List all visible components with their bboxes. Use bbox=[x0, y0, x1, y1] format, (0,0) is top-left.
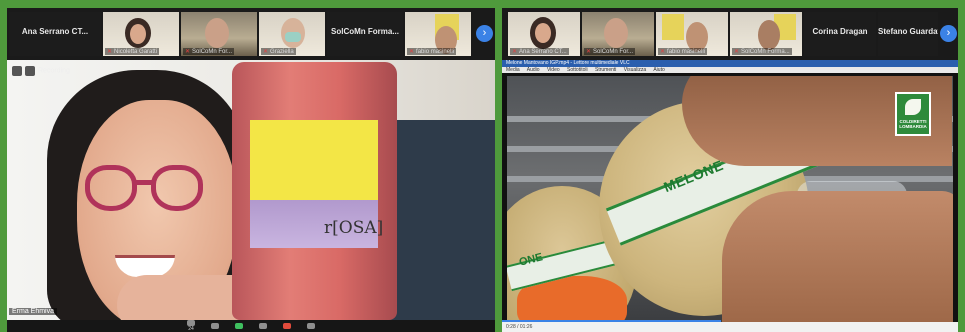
shared-video: ONE MELONE COLDIRETTI LOMBARDIA bbox=[507, 76, 953, 322]
meeting-info-bar: Recording bbox=[12, 66, 70, 78]
participants-button[interactable]: 24 bbox=[187, 320, 195, 332]
more-icon bbox=[307, 323, 315, 329]
more-button[interactable] bbox=[307, 323, 315, 329]
participant-name: fabio masinelli bbox=[667, 49, 706, 55]
participant-name: Graziella bbox=[270, 49, 294, 55]
participant-tile[interactable]: ✕ SolCoMn For... bbox=[582, 12, 654, 56]
muted-icon: ✕ bbox=[107, 49, 113, 55]
participant-strip: Ana Serrano CT... ✕ Nicoletta Garatti ✕ So… bbox=[7, 8, 495, 60]
participant-tile[interactable]: ✕ Ana Serrano CT... bbox=[508, 12, 580, 56]
muted-icon: ✕ bbox=[512, 49, 518, 55]
left-zoom-window: Ana Serrano CT... ✕ Nicoletta Garatti ✕ So… bbox=[7, 8, 495, 332]
chat-button[interactable] bbox=[211, 323, 219, 329]
participant-tile[interactable]: ✕ fabio masinelli bbox=[405, 12, 471, 56]
menu-subtitles[interactable]: Sottotitoli bbox=[567, 67, 588, 73]
muted-icon: ✕ bbox=[660, 49, 666, 55]
coldiretti-logo: COLDIRETTI LOMBARDIA bbox=[895, 92, 931, 136]
menu-video[interactable]: Video bbox=[547, 67, 560, 73]
participant-name: SolCoMn Forma... bbox=[331, 27, 399, 36]
record-button[interactable] bbox=[259, 323, 267, 329]
participant-tile[interactable]: Ana Serrano CT... bbox=[9, 12, 101, 56]
participant-name: SolCoMn For... bbox=[192, 49, 233, 55]
bottle-label: r[OSA] bbox=[324, 218, 384, 238]
share-screen-icon bbox=[235, 323, 243, 329]
security-icon[interactable] bbox=[25, 66, 35, 76]
reactions-button[interactable] bbox=[283, 323, 291, 329]
next-page-button[interactable]: › bbox=[476, 25, 493, 42]
chat-icon bbox=[211, 323, 219, 329]
participant-tile[interactable]: SolCoMn Forma... bbox=[327, 12, 403, 56]
record-icon bbox=[259, 323, 267, 329]
avatar bbox=[758, 20, 780, 50]
share-screen-button[interactable] bbox=[235, 323, 243, 329]
participant-tile[interactable]: ✕ fabio masinelli bbox=[656, 12, 728, 56]
playback-time: 0:28 / 01:26 bbox=[506, 324, 533, 330]
participant-tile[interactable]: ✕ Graziella bbox=[259, 12, 325, 56]
participant-tile[interactable]: ✕ SolCoMn For... bbox=[181, 12, 257, 56]
participant-name: fabio masinelli bbox=[416, 49, 455, 55]
speaker-name: Erma Ehmiva bbox=[9, 308, 58, 315]
menu-help[interactable]: Aiuto bbox=[653, 67, 664, 73]
participant-name: SolCoMn For... bbox=[593, 49, 634, 55]
vlc-menu-bar: Media Audio Video Sottotitoli Strumenti … bbox=[502, 67, 958, 73]
right-zoom-window: ✕ Ana Serrano CT... ✕ SolCoMn For... ✕ fabi… bbox=[502, 8, 958, 332]
reactions-icon bbox=[283, 323, 291, 329]
participant-tile[interactable]: Corina Dragan bbox=[804, 12, 876, 56]
muted-icon: ✕ bbox=[734, 49, 740, 55]
menu-media[interactable]: Media bbox=[506, 67, 520, 73]
avatar bbox=[205, 18, 229, 48]
participant-tile[interactable]: Stefano Guardati bbox=[878, 12, 938, 56]
participant-name: Ana Serrano CT... bbox=[21, 27, 89, 36]
meeting-toolbar: 24 bbox=[7, 320, 495, 332]
participant-name: SolCoMn Forma... bbox=[741, 49, 790, 55]
recording-indicator: Recording bbox=[38, 67, 70, 75]
participant-tile[interactable]: ✕ Nicoletta Garatti bbox=[103, 12, 179, 56]
participant-tile[interactable]: ✕ SolCoMn Forma... bbox=[730, 12, 802, 56]
wine-bottle: r[OSA] bbox=[232, 62, 397, 320]
muted-icon: ✕ bbox=[185, 49, 191, 55]
menu-view[interactable]: Visualizza bbox=[624, 67, 646, 73]
vlc-title-bar: Melone Mantovano IGP.mp4 - Lettore multi… bbox=[502, 60, 958, 67]
participant-strip: ✕ Ana Serrano CT... ✕ SolCoMn For... ✕ fabi… bbox=[502, 8, 958, 60]
muted-icon: ✕ bbox=[586, 49, 592, 55]
vlc-status-bar: 0:28 / 01:26 bbox=[502, 322, 958, 332]
active-speaker-video: r[OSA] bbox=[7, 60, 495, 322]
participant-name: Nicoletta Garatti bbox=[114, 49, 158, 55]
muted-icon: ✕ bbox=[263, 49, 269, 55]
muted-icon: ✕ bbox=[409, 49, 415, 55]
leaf-icon bbox=[905, 99, 921, 115]
info-icon[interactable] bbox=[12, 66, 22, 76]
next-page-button[interactable]: › bbox=[940, 25, 957, 42]
menu-tools[interactable]: Strumenti bbox=[595, 67, 616, 73]
participant-name: Stefano Guardati bbox=[878, 27, 938, 36]
participant-name: Ana Serrano CT... bbox=[519, 49, 567, 55]
participant-name: Corina Dragan bbox=[812, 27, 868, 36]
avatar bbox=[604, 18, 628, 48]
menu-audio[interactable]: Audio bbox=[527, 67, 540, 73]
hand bbox=[722, 191, 953, 322]
